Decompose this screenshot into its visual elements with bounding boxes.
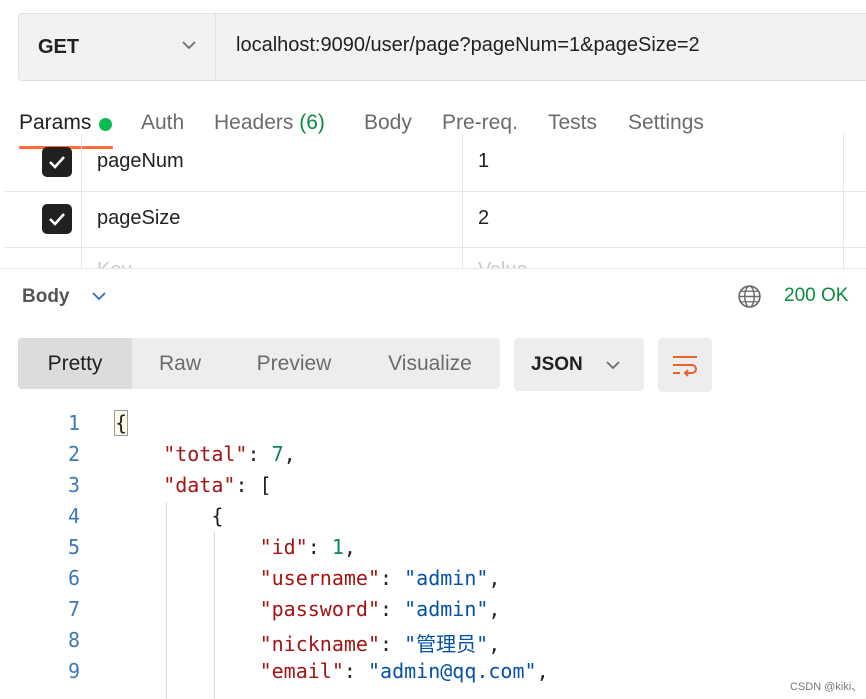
new-param-row: Key Value — [0, 255, 866, 268]
line-number: 7 — [67, 597, 80, 621]
watermark: CSDN @kiki、 — [790, 681, 863, 693]
chevron-down-icon — [606, 361, 620, 370]
code-line: { — [113, 410, 129, 436]
param-value[interactable]: 2 — [478, 207, 489, 230]
value-placeholder[interactable]: Value — [478, 259, 528, 268]
line-number: 8 — [67, 628, 80, 652]
json-brace: { — [113, 410, 129, 436]
json-colon: : — [380, 566, 405, 590]
view-tab-visualize[interactable]: Visualize — [360, 338, 500, 389]
check-icon — [49, 213, 65, 226]
line-number: 6 — [67, 566, 80, 590]
json-key: "nickname" — [259, 632, 381, 656]
json-brace: { — [211, 504, 224, 528]
line-number: 3 — [67, 473, 80, 497]
table-row-divider — [4, 191, 866, 192]
json-key: "total" — [163, 442, 248, 466]
code-line: "total": 7, — [163, 442, 295, 466]
wrap-lines-icon — [673, 356, 697, 377]
tab-headers[interactable]: Headers (6) — [214, 111, 325, 135]
status-badge: 200 OK — [784, 285, 849, 306]
code-line: "id": 1, — [260, 535, 356, 559]
globe-icon[interactable] — [737, 284, 762, 309]
tab-tests[interactable]: Tests — [548, 111, 597, 135]
tab-auth[interactable]: Auth — [141, 111, 184, 135]
check-icon — [49, 156, 65, 169]
chevron-down-icon[interactable] — [92, 292, 106, 301]
view-tab-preview[interactable]: Preview — [228, 338, 360, 389]
format-select[interactable]: JSON — [514, 338, 644, 391]
json-comma: , — [488, 632, 501, 656]
tab-settings[interactable]: Settings — [628, 111, 704, 135]
line-number: 4 — [67, 504, 80, 528]
divider — [215, 14, 216, 80]
tab-params-label: Params — [19, 111, 92, 134]
json-key: "email" — [259, 659, 344, 683]
code-line: "nickname": "管理员", — [260, 628, 501, 657]
json-key: "data" — [163, 473, 236, 497]
tab-headers-label: Headers — [214, 111, 294, 134]
json-colon: : — [235, 473, 260, 497]
view-tab-raw[interactable]: Raw — [132, 338, 228, 389]
view-tab-pretty[interactable]: Pretty — [18, 338, 132, 389]
headers-count-badge: (6) — [299, 111, 325, 134]
param-checkbox[interactable] — [42, 147, 72, 177]
json-value: "admin@qq.com" — [367, 659, 537, 683]
tab-prereq[interactable]: Pre-req. — [442, 111, 518, 135]
param-key[interactable]: pageNum — [97, 150, 184, 173]
code-line: "password": "admin", — [260, 597, 501, 621]
json-comma: , — [343, 535, 356, 559]
json-value: [ — [259, 473, 272, 497]
json-value: "管理员" — [404, 632, 489, 656]
line-number: 9 — [67, 659, 80, 683]
json-colon: : — [380, 632, 405, 656]
key-placeholder[interactable]: Key — [97, 259, 131, 268]
json-comma: , — [488, 597, 501, 621]
code-line: "email": "admin@qq.com", — [260, 659, 549, 683]
json-colon: : — [343, 659, 368, 683]
param-key[interactable]: pageSize — [97, 207, 180, 230]
indent-guide — [166, 502, 167, 699]
chevron-down-icon — [182, 41, 196, 50]
line-number: 1 — [67, 411, 80, 435]
indent-guide — [214, 532, 215, 699]
json-key: "username" — [259, 566, 381, 590]
json-colon: : — [380, 597, 405, 621]
format-label: JSON — [531, 353, 583, 375]
method-select[interactable]: GET — [19, 14, 215, 80]
table-row-divider — [4, 247, 866, 248]
json-value: "admin" — [404, 597, 489, 621]
code-line: "username": "admin", — [260, 566, 501, 590]
response-body-label[interactable]: Body — [22, 286, 70, 308]
param-checkbox[interactable] — [42, 204, 72, 234]
method-label: GET — [38, 35, 80, 58]
code-line: { — [211, 504, 223, 528]
pane-divider[interactable] — [0, 268, 866, 269]
code-line: "data": [ — [163, 473, 271, 497]
json-colon: : — [247, 442, 272, 466]
json-comma: , — [283, 442, 296, 466]
tab-params[interactable]: Params — [19, 111, 91, 135]
json-value: 1 — [331, 535, 344, 559]
line-number: 5 — [67, 535, 80, 559]
tab-body[interactable]: Body — [364, 111, 412, 135]
wrap-lines-button[interactable] — [658, 338, 712, 392]
url-input[interactable]: localhost:9090/user/page?pageNum=1&pageS… — [236, 34, 700, 57]
json-comma: , — [536, 659, 549, 683]
json-value: 7 — [271, 442, 284, 466]
json-value: "admin" — [404, 566, 489, 590]
json-key: "password" — [259, 597, 381, 621]
params-active-dot — [99, 118, 112, 131]
json-comma: , — [488, 566, 501, 590]
line-number: 2 — [67, 442, 80, 466]
param-value[interactable]: 1 — [478, 150, 489, 173]
json-key: "id" — [259, 535, 308, 559]
json-colon: : — [307, 535, 332, 559]
